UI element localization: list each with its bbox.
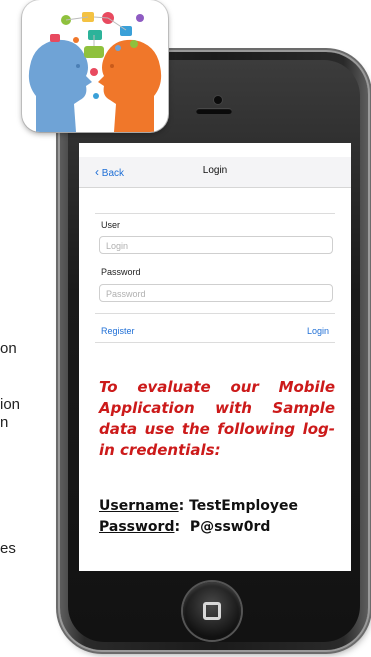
side-text-1: on <box>0 340 17 357</box>
username-row: Username: TestEmployee <box>99 498 299 514</box>
login-link[interactable]: Login <box>307 326 329 336</box>
home-button-icon[interactable] <box>183 582 241 640</box>
page-title: Login <box>202 165 228 176</box>
username-key: Username <box>99 498 179 514</box>
phone-screen: ‹ Back Login User Login Password Passwor… <box>79 143 351 571</box>
nav-bar: ‹ Back Login <box>79 157 351 188</box>
divider <box>95 313 335 314</box>
username-value: TestEmployee <box>189 498 299 514</box>
side-text-4: es <box>0 540 16 557</box>
divider <box>95 342 335 343</box>
side-text-2: ion <box>0 396 21 413</box>
password-value: P@ssw0rd <box>189 519 271 535</box>
password-input[interactable]: Password <box>99 284 333 302</box>
user-label: User <box>101 220 121 230</box>
camera-icon <box>214 96 222 104</box>
side-text-3: n <box>0 414 9 431</box>
register-link[interactable]: Register <box>101 326 135 336</box>
password-row: Password: P@ssw0rd <box>99 519 271 535</box>
divider <box>95 213 335 214</box>
home-square-icon <box>203 602 221 620</box>
speaker-grille <box>196 108 232 114</box>
instructions-text: To evaluate our Mobile Application with … <box>99 378 335 459</box>
user-input[interactable]: Login <box>99 236 333 254</box>
logo-graphic <box>28 12 162 132</box>
two-heads-communication-logo <box>22 0 168 132</box>
password-label: Password <box>101 267 141 277</box>
password-key: Password <box>99 519 175 535</box>
